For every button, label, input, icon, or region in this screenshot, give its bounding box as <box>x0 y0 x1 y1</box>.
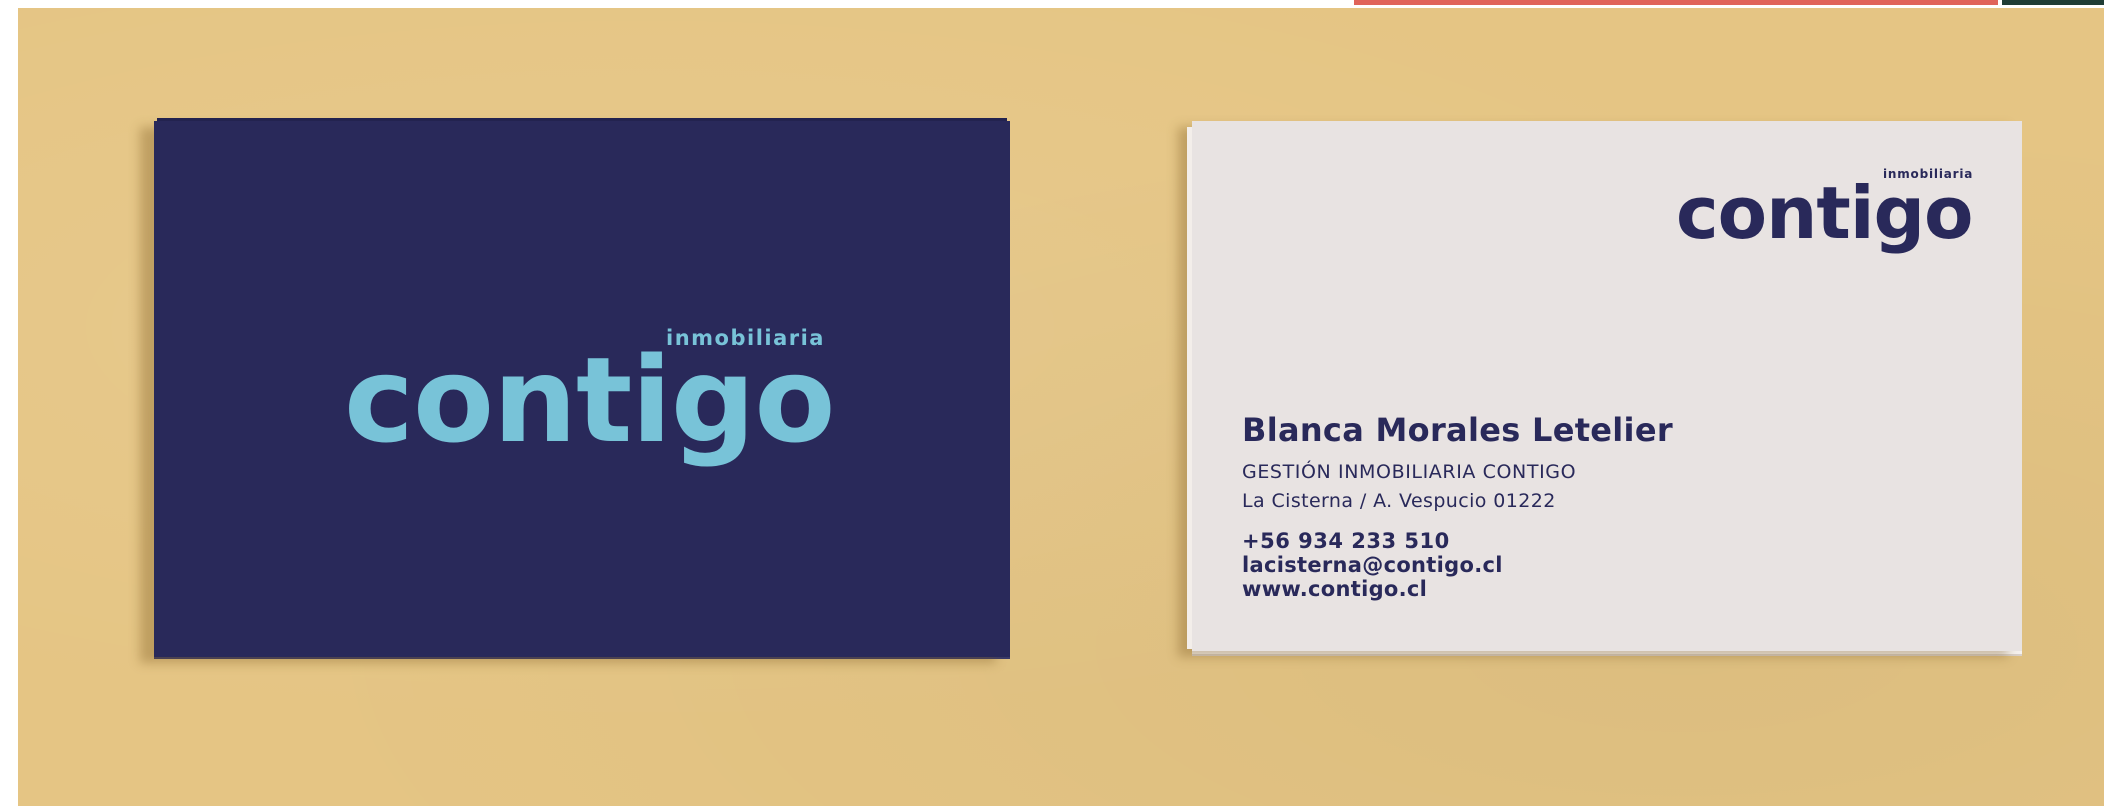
contact-name: Blanca Morales Letelier <box>1242 411 1673 449</box>
card-stack-edge <box>157 118 1007 121</box>
contact-company: GESTIÓN INMOBILIARIA CONTIGO <box>1242 461 1577 483</box>
contact-email: lacisterna@contigo.cl <box>1242 553 1503 577</box>
contact-address: La Cisterna / A. Vespucio 01222 <box>1242 490 1556 512</box>
top-strip-dark <box>2002 0 2104 5</box>
contact-phone: +56 934 233 510 <box>1242 529 1450 553</box>
logo-wordmark: contigo <box>344 331 835 469</box>
logo-wordmark: contigo <box>1676 171 1974 255</box>
contigo-logo-light: inmobiliaria contigo <box>344 321 835 461</box>
business-card-front: inmobiliaria contigo <box>154 118 1010 657</box>
contact-website: www.contigo.cl <box>1242 577 1428 601</box>
card-stack-edge <box>1187 127 1192 649</box>
contigo-logo-dark: inmobiliaria contigo <box>1676 165 1976 255</box>
business-card-back: inmobiliaria contigo Blanca Morales Lete… <box>1187 121 2022 651</box>
top-strip-red <box>1354 0 1998 5</box>
